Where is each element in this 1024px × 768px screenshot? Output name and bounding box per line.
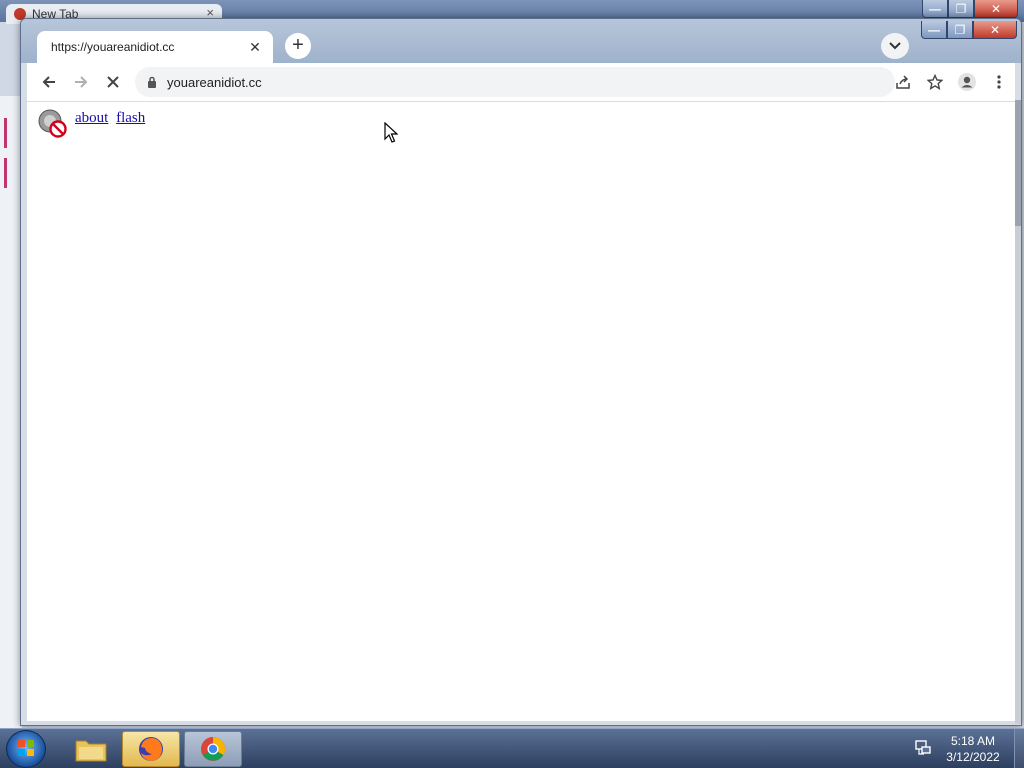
share-icon xyxy=(896,75,910,89)
background-restore-button[interactable]: ❐ xyxy=(948,0,974,18)
minimize-button[interactable]: — xyxy=(921,21,947,39)
background-marker xyxy=(4,158,7,188)
clock-time: 5:18 AM xyxy=(950,734,996,748)
firefox-icon xyxy=(139,737,163,761)
arrow-left-icon xyxy=(42,76,55,88)
taskbar-chrome[interactable] xyxy=(184,731,242,767)
profile-button[interactable] xyxy=(951,66,983,98)
lock-icon[interactable] xyxy=(147,76,157,88)
close-button[interactable]: ✕ xyxy=(973,21,1017,39)
windows-logo-icon xyxy=(18,740,34,756)
share-button[interactable] xyxy=(887,66,919,98)
page-links: about flash xyxy=(75,110,149,127)
background-marker xyxy=(4,118,7,148)
back-button[interactable] xyxy=(33,66,65,98)
system-clock[interactable]: 5:18 AM 3/12/2022 xyxy=(938,733,1008,765)
restore-button[interactable]: ❐ xyxy=(947,21,973,39)
blocked-flash-icon[interactable] xyxy=(37,108,69,138)
toolbar-actions xyxy=(887,66,1015,98)
start-button[interactable] xyxy=(6,730,46,768)
taskbar-explorer[interactable] xyxy=(62,731,120,767)
new-tab-button[interactable]: + xyxy=(285,33,311,59)
avatar-icon xyxy=(958,73,976,91)
browser-window: https://youareanidiot.cc ✕ + — ❐ ✕ youar… xyxy=(20,18,1022,726)
tab-title: https://youareanidiot.cc xyxy=(51,40,175,54)
bookmark-button[interactable] xyxy=(919,66,951,98)
network-icon[interactable] xyxy=(914,739,932,757)
show-desktop-button[interactable] xyxy=(1014,729,1024,768)
browser-toolbar: youareanidiot.cc xyxy=(27,63,1015,101)
clock-date: 3/12/2022 xyxy=(946,750,1000,764)
windows-explorer-icon xyxy=(75,740,107,762)
background-minimize-button[interactable]: — xyxy=(922,0,948,18)
stop-loading-button[interactable] xyxy=(97,66,129,98)
page-content: about flash xyxy=(27,101,1015,721)
kebab-menu-icon xyxy=(997,75,1001,89)
tab-search-button[interactable] xyxy=(881,33,909,59)
arrow-right-icon xyxy=(75,76,88,88)
tab-close-button[interactable]: ✕ xyxy=(243,39,267,56)
forward-button[interactable] xyxy=(65,66,97,98)
star-icon xyxy=(927,74,943,90)
about-link[interactable]: about xyxy=(75,110,108,126)
background-close-button[interactable]: ✕ xyxy=(974,0,1018,18)
address-bar[interactable]: youareanidiot.cc xyxy=(135,67,895,97)
chevron-down-icon xyxy=(889,42,901,50)
stop-x-icon xyxy=(107,76,119,88)
active-tab[interactable]: https://youareanidiot.cc ✕ xyxy=(37,31,273,63)
background-scrollbar[interactable] xyxy=(1015,100,1021,724)
taskbar: 5:18 AM 3/12/2022 xyxy=(0,728,1024,768)
chrome-icon xyxy=(201,737,226,761)
tab-strip: https://youareanidiot.cc ✕ + — ❐ ✕ xyxy=(21,19,1021,63)
mouse-cursor-icon xyxy=(384,122,398,143)
scrollbar-thumb[interactable] xyxy=(1015,100,1021,226)
background-window-controls: — ❐ ✕ xyxy=(922,0,1018,18)
background-window-edge xyxy=(0,96,22,728)
window-controls: — ❐ ✕ xyxy=(921,21,1017,39)
flash-link[interactable]: flash xyxy=(116,110,145,126)
url-text[interactable]: youareanidiot.cc xyxy=(167,75,262,90)
taskbar-firefox[interactable] xyxy=(122,731,180,767)
menu-button[interactable] xyxy=(983,66,1015,98)
